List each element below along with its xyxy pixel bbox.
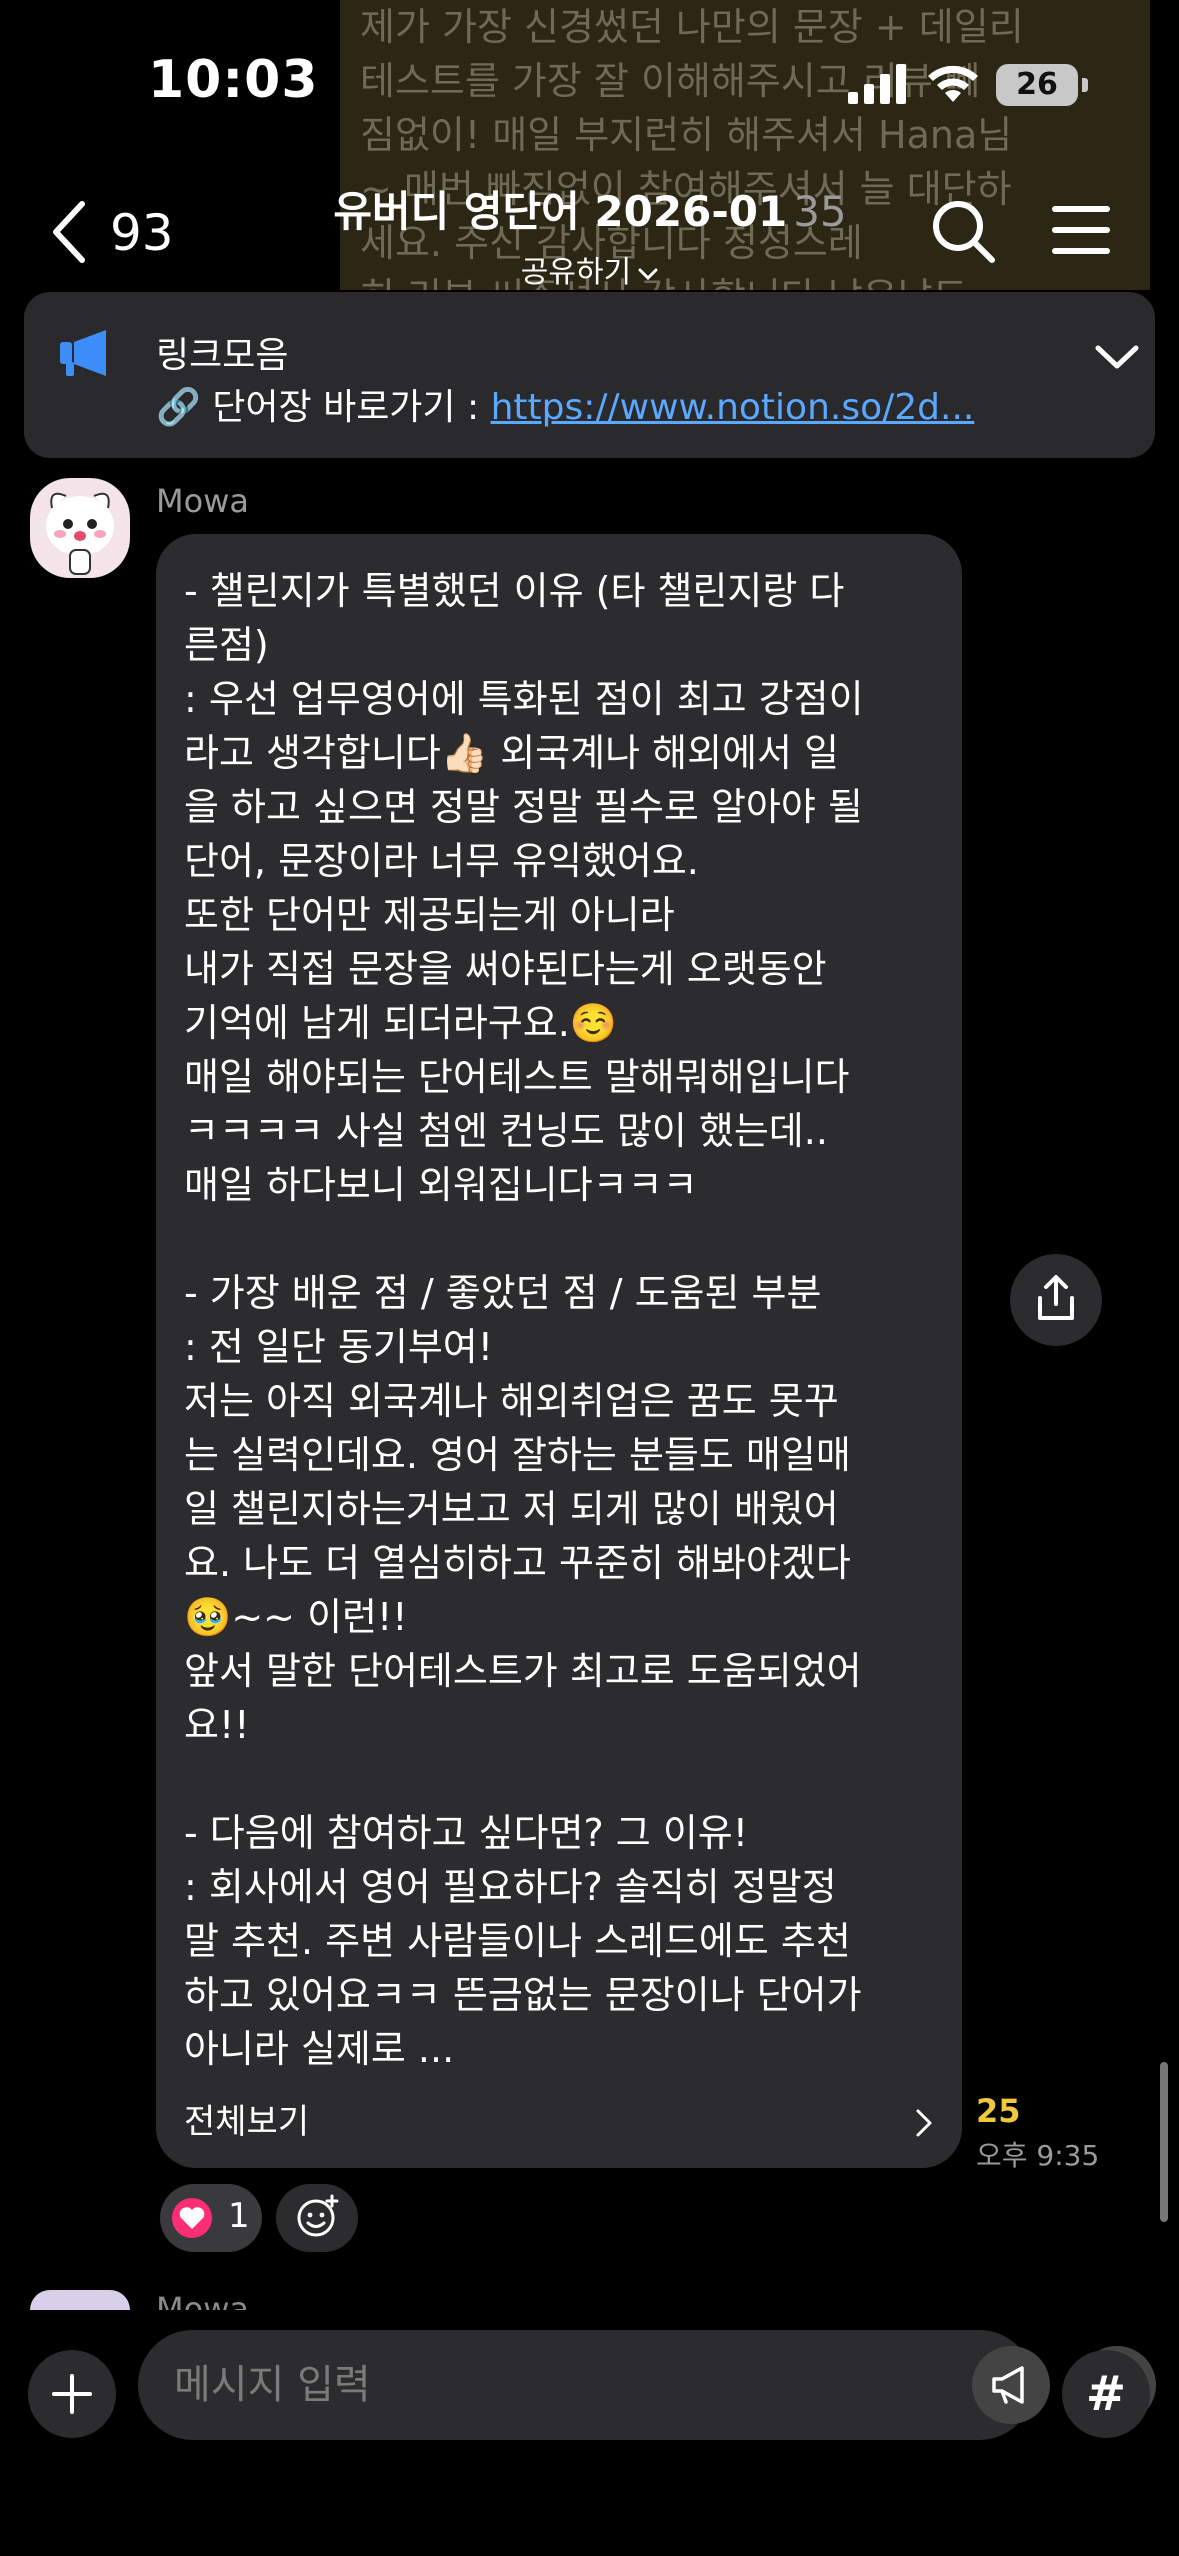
heart-icon bbox=[172, 2198, 212, 2238]
reaction-count: 1 bbox=[228, 2196, 250, 2236]
member-count: 35 bbox=[793, 187, 847, 236]
hashtag-button[interactable]: # bbox=[1062, 2350, 1150, 2438]
menu-icon[interactable] bbox=[1050, 202, 1112, 258]
message-input-box[interactable] bbox=[138, 2330, 1156, 2440]
notion-link[interactable]: https://www.notion.so/2d... bbox=[491, 387, 975, 428]
pinned-notice[interactable]: 링크모음 🔗 단어장 바로가기 : https://www.notion.so/… bbox=[24, 292, 1155, 458]
chat-header: 93 유버디 영단어 2026-01 35 공유하기 bbox=[0, 170, 1179, 290]
notice-body: 🔗 단어장 바로가기 : https://www.notion.so/2d... bbox=[156, 378, 974, 430]
share-icon bbox=[1038, 1275, 1074, 1320]
view-all-button[interactable]: 전체보기 bbox=[184, 2094, 934, 2150]
status-bar: 10:03 26 bbox=[0, 0, 1179, 150]
megaphone-icon bbox=[60, 330, 106, 376]
add-reaction-button[interactable] bbox=[276, 2184, 358, 2252]
notice-title: 링크모음 bbox=[156, 335, 289, 376]
character-avatar-icon bbox=[46, 492, 114, 575]
share-message-button[interactable] bbox=[1010, 1254, 1102, 1346]
scrollbar[interactable] bbox=[1160, 2062, 1168, 2222]
share-label: 공유하기 bbox=[520, 255, 632, 290]
status-time: 10:03 bbox=[148, 50, 319, 110]
cellular-signal-icon bbox=[848, 64, 906, 104]
sender-name[interactable]: Mowa bbox=[156, 2290, 249, 2312]
battery-level: 26 bbox=[1016, 67, 1058, 102]
share-dropdown[interactable]: 공유하기 bbox=[320, 247, 860, 291]
message-input[interactable] bbox=[174, 2350, 814, 2420]
avatar[interactable] bbox=[30, 2290, 130, 2310]
chevron-down-icon bbox=[638, 268, 658, 280]
plus-icon bbox=[52, 2374, 92, 2414]
chevron-down-icon[interactable] bbox=[1092, 338, 1142, 378]
message-text: - 챌린지가 특별했던 이유 (타 챌린지랑 다 른점) : 우선 업무영어에 … bbox=[184, 569, 864, 2071]
message-timestamp: 오후 9:35 bbox=[976, 2139, 1100, 2172]
chevron-left-icon bbox=[53, 201, 85, 263]
add-emoji-icon bbox=[297, 2194, 339, 2237]
wifi-icon bbox=[928, 65, 978, 102]
avatar[interactable] bbox=[30, 478, 130, 578]
unread-read-count: 25 bbox=[976, 2092, 1021, 2130]
chevron-right-icon bbox=[916, 2109, 932, 2137]
search-icon[interactable] bbox=[930, 198, 996, 264]
announcement-button[interactable] bbox=[972, 2346, 1050, 2424]
notice-body-prefix: 🔗 단어장 바로가기 : bbox=[156, 387, 491, 428]
unread-chats-count: 93 bbox=[110, 204, 174, 262]
back-button[interactable]: 93 bbox=[50, 190, 190, 270]
message-composer: # bbox=[0, 2310, 1179, 2556]
view-all-label: 전체보기 bbox=[184, 2102, 310, 2142]
hashtag-label: # bbox=[1085, 2366, 1127, 2422]
attach-button[interactable] bbox=[28, 2350, 116, 2438]
sender-name[interactable]: Mowa bbox=[156, 482, 249, 520]
megaphone-icon bbox=[992, 2366, 1024, 2404]
battery-icon: 26 bbox=[996, 64, 1088, 106]
chat-title: 유버디 영단어 2026-01 35 bbox=[320, 178, 860, 239]
chat-title-text: 유버디 영단어 2026-01 bbox=[333, 187, 788, 236]
heart-reaction[interactable]: 1 bbox=[160, 2184, 262, 2252]
chat-title-area[interactable]: 유버디 영단어 2026-01 35 공유하기 bbox=[320, 178, 860, 291]
message-bubble[interactable]: - 챌린지가 특별했던 이유 (타 챌린지랑 다 른점) : 우선 업무영어에 … bbox=[156, 534, 962, 2168]
